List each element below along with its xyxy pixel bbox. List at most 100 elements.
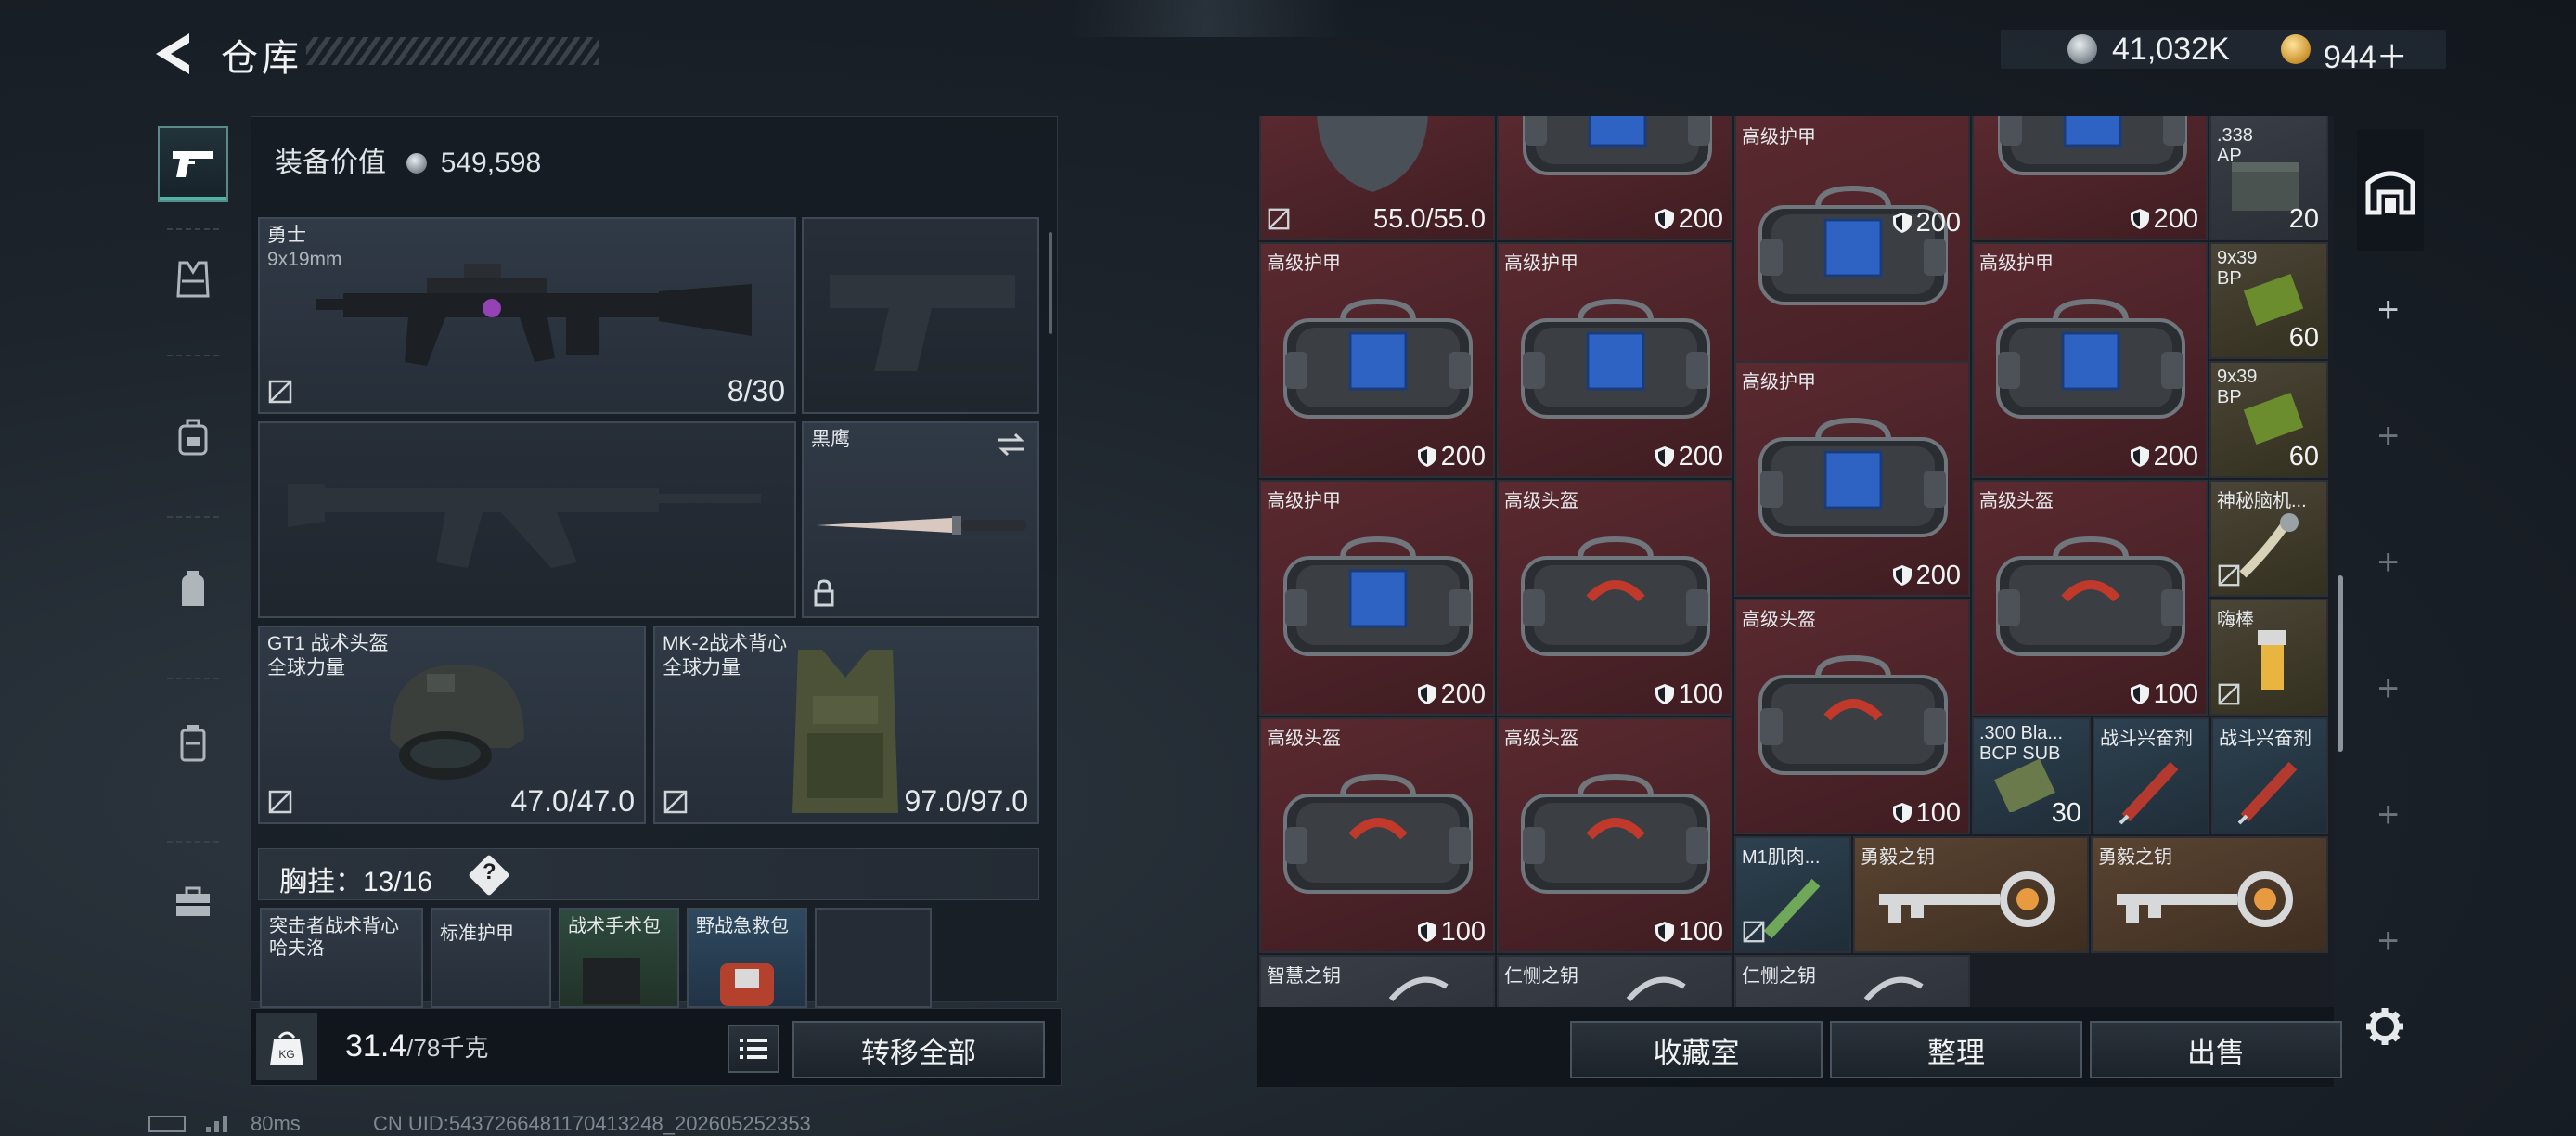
stash-item[interactable]: 勇毅之钥 [2091, 836, 2328, 953]
tab-backpack[interactable] [158, 399, 228, 475]
stash-item[interactable]: 200 [1497, 116, 1732, 240]
pistol-slot[interactable] [802, 217, 1039, 414]
stash-item[interactable]: .338 AP 20 [2209, 116, 2328, 240]
armor-bag-icon [1278, 296, 1478, 426]
melee-slot[interactable]: 黑鹰 [802, 421, 1039, 618]
currency-premium[interactable]: 944＋ [2324, 32, 2408, 77]
stash-item[interactable]: 高级护甲 200 [1734, 361, 1970, 597]
armor-bag-icon [1753, 183, 1953, 313]
stash-item[interactable]: 战斗兴奋剂 [2093, 717, 2209, 834]
tab-armor[interactable] [158, 241, 228, 317]
weight-max: /78千克 [406, 1034, 489, 1062]
stash-item[interactable]: M1肌肉... [1734, 836, 1851, 953]
helmet-bag-icon [1990, 534, 2191, 664]
stash-item[interactable]: 高级护甲 200 [1497, 242, 1732, 478]
swap-icon[interactable] [995, 431, 1028, 458]
settings-button[interactable] [2364, 1006, 2405, 1047]
item-durability: 200 [1892, 208, 1961, 239]
back-button[interactable] [148, 28, 195, 80]
helmet-bag-icon [1278, 771, 1478, 901]
stash-item[interactable]: 55.0/55.0 [1259, 116, 1495, 240]
tab-bag[interactable] [158, 551, 228, 627]
item-durability: 200 [1892, 561, 1961, 591]
item-name: 智慧之钥 [1267, 966, 1341, 987]
chest-item-label: 战术手术包 [568, 916, 661, 936]
add-tab-icon[interactable]: + [2377, 921, 2399, 962]
helmet-slot[interactable]: GT1 战术头盔 全球力量 47.0/47.0 [258, 626, 646, 824]
loadout-scrollbar[interactable] [1049, 232, 1052, 334]
shield-icon [1655, 920, 1675, 942]
no-repair-icon [1268, 208, 1290, 230]
item-durability: 100 [1655, 917, 1723, 948]
battery-icon [148, 1116, 186, 1132]
primary-weapon-slot[interactable]: 勇士 9x19mm 8/30 [258, 217, 796, 414]
list-button[interactable] [728, 1025, 779, 1073]
stash-tab-main[interactable] [2357, 130, 2424, 251]
stash-item[interactable]: 高级头盔 100 [1259, 717, 1495, 953]
shield-icon [2130, 682, 2150, 704]
stash-item[interactable]: 高级头盔 100 [1497, 717, 1732, 953]
rifle-slot[interactable] [258, 421, 796, 618]
add-tab-icon[interactable]: + [2377, 416, 2399, 458]
tab-toolbox[interactable] [158, 863, 228, 939]
no-repair-icon [268, 380, 292, 404]
no-repair-icon [663, 790, 688, 814]
chest-item-empty[interactable] [815, 908, 932, 1008]
shield-icon [1417, 920, 1437, 942]
chest-item[interactable]: 野战急救包 [687, 908, 807, 1008]
stash-item[interactable]: .300 Bla... BCP SUB 30 [1972, 717, 2091, 834]
stash-item[interactable]: 高级头盔 100 [1497, 480, 1732, 716]
stash-item[interactable]: 200 [1972, 116, 2208, 240]
gold-coin-icon [2281, 34, 2311, 64]
sell-button[interactable]: 出售 [2090, 1021, 2342, 1078]
stash-item[interactable]: 9x39 BP 60 [2209, 361, 2328, 478]
vest-slot[interactable]: MK-2战术背心 全球力量 97.0/97.0 [653, 626, 1039, 824]
injector-icon [2237, 761, 2298, 825]
vest-durability: 97.0/97.0 [904, 784, 1028, 818]
stash-item[interactable]: 神秘脑机... [2209, 480, 2328, 597]
chest-item[interactable]: 标准护甲 [431, 908, 551, 1008]
injector-icon [2119, 761, 2179, 825]
carry-weight: 31.4/78千克 [345, 1028, 488, 1065]
lock-icon [814, 579, 834, 607]
key-icon [1626, 976, 1686, 1002]
add-tab-icon[interactable]: + [2377, 290, 2399, 331]
collection-button[interactable]: 收藏室 [1570, 1021, 1823, 1078]
stash-item[interactable]: 9x39 BP 60 [2209, 242, 2328, 359]
stash-item[interactable]: 智慧之钥 [1259, 955, 1495, 1007]
stash-tabs: + + + + + + [2357, 130, 2424, 1002]
chest-rig-bar[interactable]: 胸挂：13/16 ? [258, 848, 1039, 900]
stash-item[interactable]: 战斗兴奋剂 [2211, 717, 2328, 834]
stash-item[interactable]: 高级护甲 200 [1972, 242, 2208, 478]
stash-item[interactable]: 高级护甲 200 [1259, 480, 1495, 716]
uid: CN UID:5437266481170413248_202605252353 [373, 1112, 811, 1135]
key-icon [1863, 976, 1924, 1002]
stash-scrollbar[interactable] [2338, 575, 2343, 752]
stash-item[interactable]: 勇毅之钥 [1853, 836, 2089, 953]
add-tab-icon[interactable]: + [2377, 794, 2399, 836]
no-repair-icon [2218, 683, 2240, 705]
item-name: 仁恻之钥 [1742, 966, 1816, 987]
item-name: 高级头盔 [1742, 610, 1816, 630]
item-count: 60 [2288, 442, 2319, 471]
sort-button[interactable]: 整理 [1830, 1021, 2082, 1078]
chest-item[interactable]: 战术手术包 [559, 908, 679, 1008]
stash-item[interactable]: 高级头盔 100 [1734, 599, 1970, 834]
pistol-icon [173, 151, 213, 177]
stash-item[interactable]: 仁恻之钥 [1497, 955, 1732, 1007]
item-durability: 200 [1417, 679, 1486, 710]
key-icon [1388, 976, 1449, 1002]
smg-icon [316, 264, 752, 366]
stash-item[interactable]: 仁恻之钥 [1734, 955, 1970, 1007]
add-tab-icon[interactable]: + [2377, 542, 2399, 584]
stash-item[interactable]: 高级护甲 200 [1259, 242, 1495, 478]
tab-weapons[interactable] [158, 126, 228, 202]
transfer-all-button[interactable]: 转移全部 [792, 1021, 1045, 1078]
chest-item[interactable]: 突击者战术背心 哈夫洛 [260, 908, 423, 1008]
first-aid-icon [720, 963, 774, 1006]
add-tab-icon[interactable]: + [2377, 668, 2399, 710]
stash-item[interactable]: 嗨棒 [2209, 599, 2328, 716]
tab-consumables[interactable] [158, 705, 228, 781]
item-name: 神秘脑机... [2217, 491, 2307, 511]
stash-item[interactable]: 高级头盔 100 [1972, 480, 2208, 716]
